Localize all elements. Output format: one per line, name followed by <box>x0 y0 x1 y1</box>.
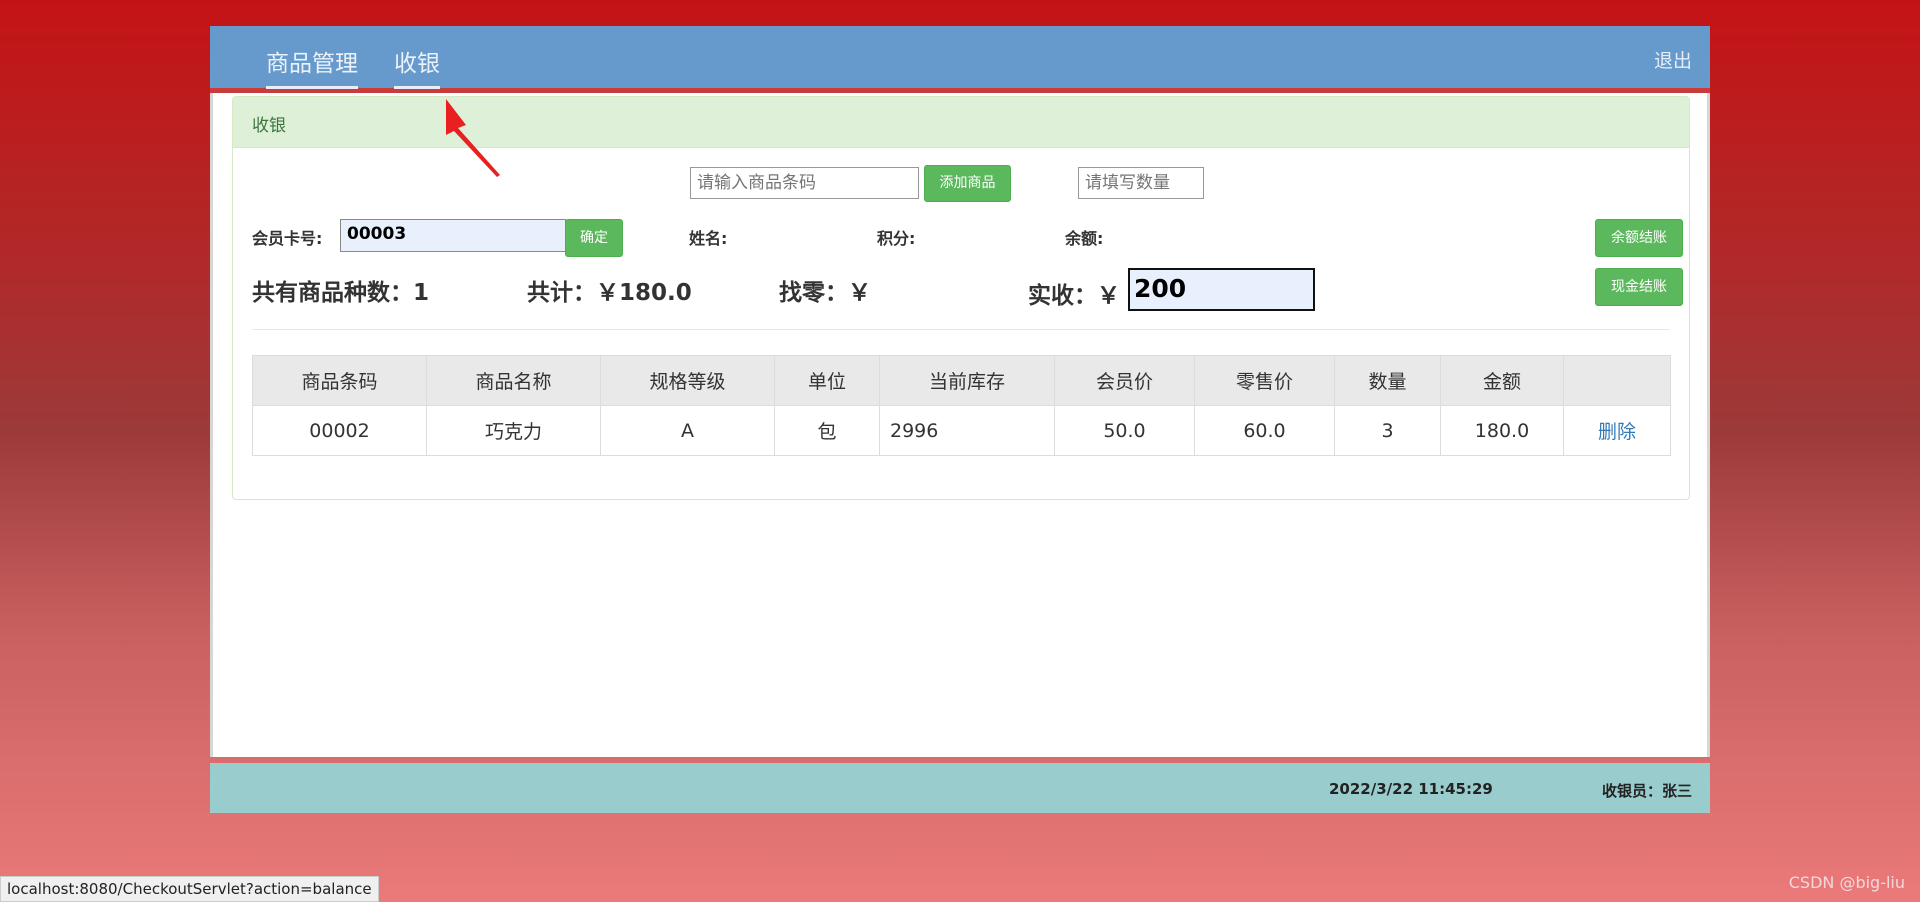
member-name-label: 姓名: <box>689 229 728 248</box>
balance-pay-button[interactable]: 余额结账 <box>1595 219 1683 257</box>
col-quantity: 数量 <box>1334 355 1441 406</box>
top-navbar: 商品管理 收银 退出 <box>210 26 1710 89</box>
col-retail-price: 零售价 <box>1194 355 1335 406</box>
col-member-price: 会员价 <box>1054 355 1195 406</box>
col-name: 商品名称 <box>426 355 601 406</box>
logout-link[interactable]: 退出 <box>1654 46 1692 73</box>
kinds-label: 共有商品种数： <box>252 280 413 306</box>
total-label: 共计： <box>527 280 596 306</box>
footer-datetime: 2022/3/22 11:45:29 <box>1329 780 1493 798</box>
footer-bar: 2022/3/22 11:45:29 收银员：张三 <box>210 763 1710 813</box>
received-label: 实收：￥ <box>1028 283 1120 309</box>
cell-name: 巧克力 <box>426 405 601 456</box>
footer-cashier: 收银员：张三 <box>1601 782 1692 800</box>
cell-retail-price: 60.0 <box>1194 405 1335 456</box>
member-card-label: 会员卡号: <box>252 229 323 248</box>
cell-grade: A <box>600 405 775 456</box>
tab-product-management[interactable]: 商品管理 <box>266 44 358 89</box>
main-content: 收银 添加商品 会员卡号: 00003 确定 姓名: 积分: 余额: 余额结账 … <box>210 93 1710 757</box>
received-amount-input[interactable]: 200 <box>1128 268 1315 311</box>
confirm-button[interactable]: 确定 <box>565 219 623 257</box>
table-header-row: 商品条码 商品名称 规格等级 单位 当前库存 会员价 零售价 数量 金额 <box>252 355 1671 406</box>
cart-table: 商品条码 商品名称 规格等级 单位 当前库存 会员价 零售价 数量 金额 000… <box>252 355 1671 456</box>
col-amount: 金额 <box>1440 355 1564 406</box>
member-points-label: 积分: <box>877 229 916 248</box>
col-barcode: 商品条码 <box>252 355 427 406</box>
col-unit: 单位 <box>774 355 880 406</box>
add-product-button[interactable]: 添加商品 <box>924 165 1011 202</box>
member-card-input[interactable]: 00003 <box>340 219 566 252</box>
total-value: ￥180.0 <box>596 280 692 306</box>
watermark: CSDN @big-liu <box>1788 873 1905 892</box>
annotation-arrow-icon <box>446 99 500 177</box>
change-label: 找零： <box>779 280 848 306</box>
cell-quantity: 3 <box>1334 405 1441 456</box>
browser-status-url: localhost:8080/CheckoutServlet?action=ba… <box>0 876 379 902</box>
received-currency: ￥ <box>1097 283 1120 309</box>
delete-link[interactable]: 删除 <box>1563 405 1671 456</box>
col-grade: 规格等级 <box>600 355 775 406</box>
change-summary: 找零：￥ <box>779 273 871 307</box>
barcode-input[interactable] <box>690 167 919 199</box>
divider <box>252 329 1670 330</box>
app-window: 商品管理 收银 退出 收银 添加商品 会员卡号: 00003 确定 姓名: 积分… <box>210 26 1710 813</box>
col-stock: 当前库存 <box>879 355 1055 406</box>
quantity-input[interactable] <box>1078 167 1204 199</box>
col-action <box>1563 355 1671 406</box>
tab-checkout[interactable]: 收银 <box>394 44 440 89</box>
cell-amount: 180.0 <box>1440 405 1564 456</box>
cell-barcode: 00002 <box>252 405 427 456</box>
cell-stock: 2996 <box>879 405 1055 456</box>
cell-member-price: 50.0 <box>1054 405 1195 456</box>
kinds-summary: 共有商品种数：1 <box>252 273 429 307</box>
cash-pay-button[interactable]: 现金结账 <box>1595 268 1683 306</box>
cell-unit: 包 <box>774 405 880 456</box>
change-value: ￥ <box>848 280 871 306</box>
total-summary: 共计：￥180.0 <box>527 273 692 307</box>
kinds-value: 1 <box>413 280 430 306</box>
member-balance-label: 余额: <box>1065 229 1104 248</box>
table-row: 00002 巧克力 A 包 2996 50.0 60.0 3 180.0 删除 <box>252 405 1671 456</box>
